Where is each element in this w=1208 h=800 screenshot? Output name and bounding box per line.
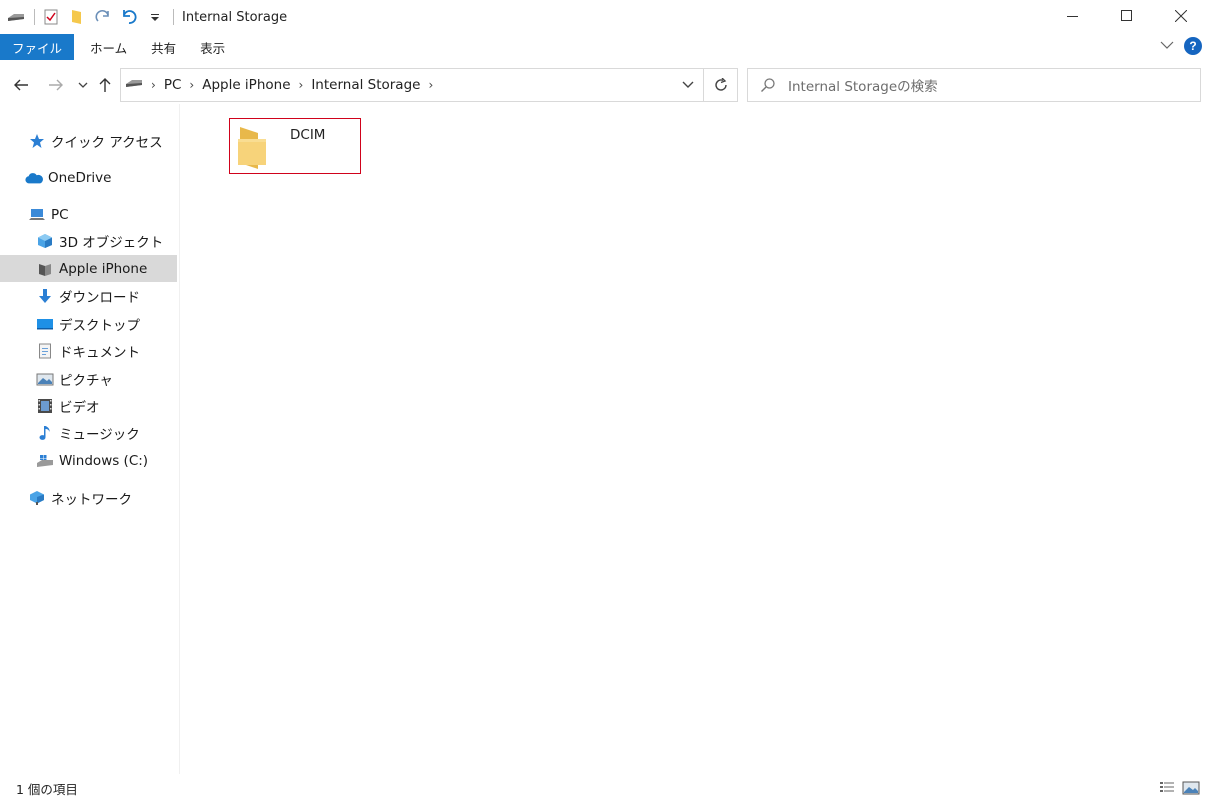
tab-view[interactable]: 表示 xyxy=(188,34,237,60)
music-icon xyxy=(36,424,54,442)
address-dropdown-button[interactable] xyxy=(673,69,703,101)
sidebar-item-documents[interactable]: ドキュメント xyxy=(0,337,177,364)
window-controls xyxy=(1046,0,1208,32)
folder-name: DCIM xyxy=(290,127,326,143)
forward-button[interactable] xyxy=(45,74,67,96)
sidebar-item-label: ネットワーク xyxy=(51,491,132,508)
ribbon-tabs: ファイル ホーム 共有 表示 ? xyxy=(0,34,1208,60)
search-icon xyxy=(748,77,788,93)
item-count: 1 個の項目 xyxy=(16,781,78,797)
expand-ribbon-icon[interactable] xyxy=(1160,39,1174,54)
chevron-right-icon[interactable]: › xyxy=(299,78,304,92)
cube-icon xyxy=(36,232,54,250)
file-list: DCIM xyxy=(181,104,1208,774)
tab-home[interactable]: ホーム xyxy=(78,34,139,60)
sidebar-item-onedrive[interactable]: OneDrive xyxy=(0,164,177,191)
folder-icon xyxy=(234,121,274,171)
video-icon xyxy=(36,397,54,415)
large-icons-view-icon[interactable] xyxy=(1182,779,1200,797)
customize-toolbar-icon[interactable] xyxy=(145,7,165,27)
computer-icon xyxy=(28,206,46,224)
chevron-right-icon[interactable]: › xyxy=(151,78,156,92)
sidebar-item-label: ビデオ xyxy=(59,399,100,416)
folder-item-dcim[interactable]: DCIM xyxy=(229,118,361,174)
redo-icon[interactable] xyxy=(93,7,113,27)
sidebar-item-label: ピクチャ xyxy=(59,372,113,389)
download-icon xyxy=(36,287,54,305)
tab-file[interactable]: ファイル xyxy=(0,34,75,60)
star-icon xyxy=(28,132,46,150)
drive-icon xyxy=(125,77,143,93)
close-button[interactable] xyxy=(1154,0,1208,32)
sidebar-item-pictures[interactable]: ピクチャ xyxy=(0,365,177,392)
tab-share[interactable]: 共有 xyxy=(139,34,188,60)
network-icon xyxy=(28,489,46,507)
sidebar-item-downloads[interactable]: ダウンロード xyxy=(0,282,177,309)
back-button[interactable] xyxy=(10,74,32,96)
properties-icon[interactable] xyxy=(41,7,61,27)
crumb-internal-storage[interactable]: Internal Storage xyxy=(311,77,420,93)
sidebar-item-label: ミュージック xyxy=(59,426,140,443)
title-bar: Internal Storage xyxy=(0,0,1208,34)
new-folder-icon[interactable] xyxy=(67,7,87,27)
crumb-pc[interactable]: PC xyxy=(164,77,182,93)
recent-locations-button[interactable] xyxy=(72,74,94,96)
sidebar-item-pc[interactable]: PC xyxy=(0,201,177,228)
ribbon-right: ? xyxy=(1160,37,1202,55)
navigation-bar: › PC › Apple iPhone › Internal Storage ›… xyxy=(0,66,1208,104)
navigation-pane: クイック アクセス OneDrive PC 3D オブジェクト Apple iP… xyxy=(0,104,180,774)
desktop-icon xyxy=(36,315,54,333)
picture-icon xyxy=(36,370,54,388)
toolbar-divider xyxy=(34,9,35,25)
sidebar-item-label: Windows (C:) xyxy=(59,452,149,469)
sidebar-item-videos[interactable]: ビデオ xyxy=(0,392,177,419)
crumb-apple-iphone[interactable]: Apple iPhone xyxy=(202,77,290,93)
help-icon[interactable]: ? xyxy=(1184,37,1202,55)
up-button[interactable] xyxy=(94,74,116,96)
sidebar-item-label: ドキュメント xyxy=(59,344,140,361)
sidebar-item-label: Apple iPhone xyxy=(59,260,148,277)
toolbar-divider xyxy=(173,9,174,25)
sidebar-item-3d-objects[interactable]: 3D オブジェクト xyxy=(0,227,177,254)
document-icon xyxy=(36,342,54,360)
search-placeholder: Internal Storageの検索 xyxy=(788,79,938,95)
sidebar-item-apple-iphone[interactable]: Apple iPhone xyxy=(0,255,177,282)
sidebar-item-music[interactable]: ミュージック xyxy=(0,419,177,446)
minimize-button[interactable] xyxy=(1046,0,1100,32)
undo-icon[interactable] xyxy=(119,7,139,27)
sidebar-item-label: クイック アクセス xyxy=(51,134,163,151)
drive-icon[interactable] xyxy=(6,7,26,27)
search-input[interactable]: Internal Storageの検索 xyxy=(747,68,1201,102)
chevron-right-icon[interactable]: › xyxy=(189,78,194,92)
breadcrumb: › PC › Apple iPhone › Internal Storage › xyxy=(121,77,673,93)
status-bar: 1 個の項目 xyxy=(0,776,1208,800)
window-title: Internal Storage xyxy=(182,9,288,25)
cloud-icon xyxy=(25,169,43,187)
sidebar-item-label: ダウンロード xyxy=(59,289,140,306)
view-toggle xyxy=(1158,779,1200,797)
chevron-right-icon[interactable]: › xyxy=(428,78,433,92)
sidebar-item-label: 3D オブジェクト xyxy=(59,234,164,251)
details-view-icon[interactable] xyxy=(1158,779,1176,797)
sidebar-item-windows-c[interactable]: Windows (C:) xyxy=(0,447,177,474)
quick-access-toolbar: Internal Storage xyxy=(0,0,287,34)
sidebar-item-label: PC xyxy=(51,206,69,223)
sidebar-item-label: デスクトップ xyxy=(59,317,140,334)
sidebar-item-desktop[interactable]: デスクトップ xyxy=(0,310,177,337)
sidebar-item-quick-access[interactable]: クイック アクセス xyxy=(0,127,177,154)
phone-icon xyxy=(36,260,54,278)
refresh-button[interactable] xyxy=(703,69,737,101)
sidebar-item-label: OneDrive xyxy=(48,169,112,186)
maximize-button[interactable] xyxy=(1100,0,1154,32)
sidebar-item-network[interactable]: ネットワーク xyxy=(0,484,177,511)
address-bar[interactable]: › PC › Apple iPhone › Internal Storage › xyxy=(120,68,738,102)
drive-icon xyxy=(36,452,54,470)
